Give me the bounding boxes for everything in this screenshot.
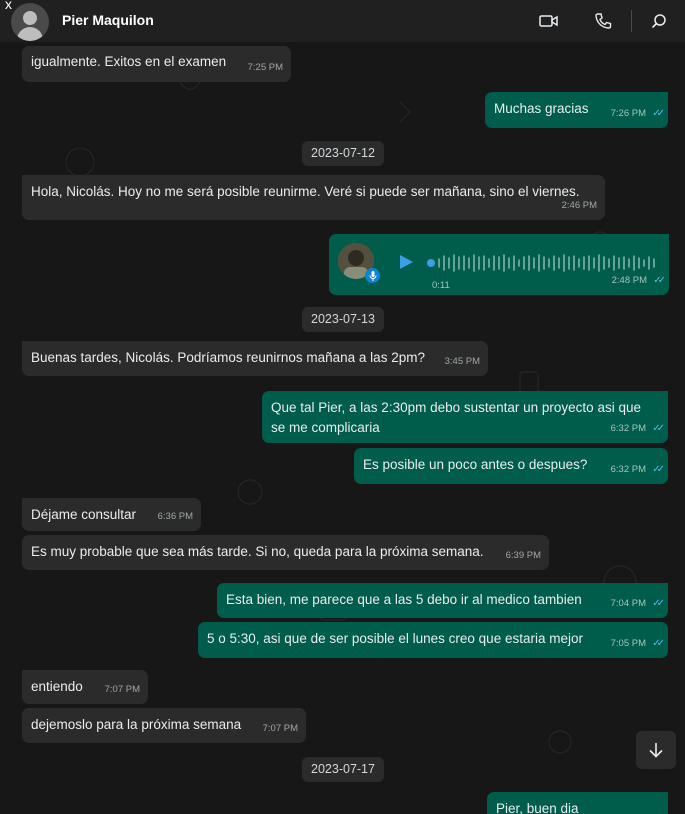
message-text: Pier, buen dia (496, 801, 579, 814)
scroll-to-bottom-button[interactable] (636, 731, 676, 769)
read-receipt-icon: ✓✓ (653, 275, 666, 286)
voice-message-bubble[interactable]: 0:11 2:48 PM ✓✓ (329, 234, 669, 295)
microphone-icon (365, 268, 380, 283)
message-text: Muchas gracias (494, 101, 589, 116)
read-receipt-icon: ✓✓ (652, 638, 665, 649)
contact-name[interactable]: Pier Maquilon (62, 12, 154, 28)
message-text: Esta bien, me parece que a las 5 debo ir… (226, 592, 582, 607)
message-text: Que tal Pier, a las 2:30pm debo sustenta… (271, 400, 641, 435)
message-time: 6:36 PM (157, 511, 193, 522)
message-time: 2:46 PM (561, 200, 597, 211)
voice-duration: 0:11 (432, 280, 450, 291)
search-icon[interactable] (648, 10, 670, 32)
message-time: 7:25 PM (247, 62, 283, 73)
message-time: 7:07 PM (104, 684, 140, 695)
date-separator: 2023-07-17 (302, 757, 384, 782)
message-text: Es posible un poco antes o despues? (363, 457, 588, 472)
message-text: entiendo (31, 679, 83, 694)
message-time: 7:26 PM (610, 108, 646, 119)
avatar-head-shape (23, 11, 37, 25)
message-bubble-incoming[interactable]: dejemoslo para la próxima semana 7:07 PM (22, 708, 306, 743)
message-time: 6:32 PM (610, 464, 646, 475)
read-receipt-icon: ✓✓ (652, 598, 665, 609)
read-receipt-icon: ✓✓ (652, 108, 665, 119)
avatar-shoulders-shape (17, 27, 43, 41)
date-separator: 2023-07-13 (302, 307, 384, 332)
message-bubble-outgoing[interactable]: Esta bien, me parece que a las 5 debo ir… (217, 583, 668, 618)
chat-header: x Pier Maquilon (0, 0, 685, 43)
message-text: Buenas tardes, Nicolás. Podríamos reunir… (31, 350, 425, 365)
message-text: Hola, Nicolás. Hoy no me será posible re… (31, 184, 580, 199)
message-text: 5 o 5:30, asi que de ser posible el lune… (207, 631, 583, 646)
read-receipt-icon: ✓✓ (652, 464, 665, 475)
date-separator: 2023-07-12 (302, 141, 384, 166)
message-time: 6:32 PM (610, 423, 646, 434)
message-text: dejemoslo para la próxima semana (31, 717, 242, 732)
window-close-glyph[interactable]: x (5, 0, 12, 12)
message-time: 7:07 PM (262, 723, 298, 734)
message-bubble-incoming[interactable]: Buenas tardes, Nicolás. Podríamos reunir… (22, 341, 488, 376)
read-receipt-icon: ✓✓ (652, 423, 665, 434)
header-divider (631, 10, 632, 32)
play-icon[interactable] (398, 254, 414, 276)
chat-message-area[interactable]: igualmente. Exitos en el examen 7:25 PM … (0, 42, 685, 814)
message-text: Déjame consultar (31, 507, 137, 522)
video-call-icon[interactable] (538, 10, 560, 32)
message-bubble-incoming[interactable]: Déjame consultar 6:36 PM (22, 498, 201, 531)
contact-avatar[interactable] (11, 3, 49, 41)
message-bubble-outgoing[interactable]: Es posible un poco antes o despues? 6:32… (354, 448, 668, 484)
message-bubble-outgoing[interactable]: Pier, buen dia (487, 792, 668, 814)
message-text: igualmente. Exitos en el examen (31, 54, 227, 69)
message-bubble-outgoing[interactable]: 5 o 5:30, asi que de ser posible el lune… (198, 622, 668, 658)
message-time: 3:45 PM (444, 356, 480, 367)
message-bubble-incoming[interactable]: igualmente. Exitos en el examen 7:25 PM (22, 46, 291, 82)
message-time: 6:39 PM (505, 550, 541, 561)
message-bubble-outgoing[interactable]: Que tal Pier, a las 2:30pm debo sustenta… (262, 391, 668, 443)
message-time: 7:04 PM (610, 598, 646, 609)
message-time: 7:05 PM (610, 638, 646, 649)
message-bubble-incoming[interactable]: entiendo 7:07 PM (22, 670, 148, 704)
message-text: Es muy probable que sea más tarde. Si no… (31, 544, 484, 559)
message-bubble-incoming[interactable]: Es muy probable que sea más tarde. Si no… (22, 535, 549, 570)
voice-call-icon[interactable] (592, 10, 614, 32)
audio-waveform[interactable] (427, 253, 659, 273)
message-bubble-incoming[interactable]: Hola, Nicolás. Hoy no me será posible re… (22, 175, 605, 220)
message-time: 2:48 PM (611, 275, 647, 286)
message-bubble-outgoing[interactable]: Muchas gracias 7:26 PM ✓✓ (485, 92, 668, 128)
arrow-down-icon (649, 743, 663, 758)
